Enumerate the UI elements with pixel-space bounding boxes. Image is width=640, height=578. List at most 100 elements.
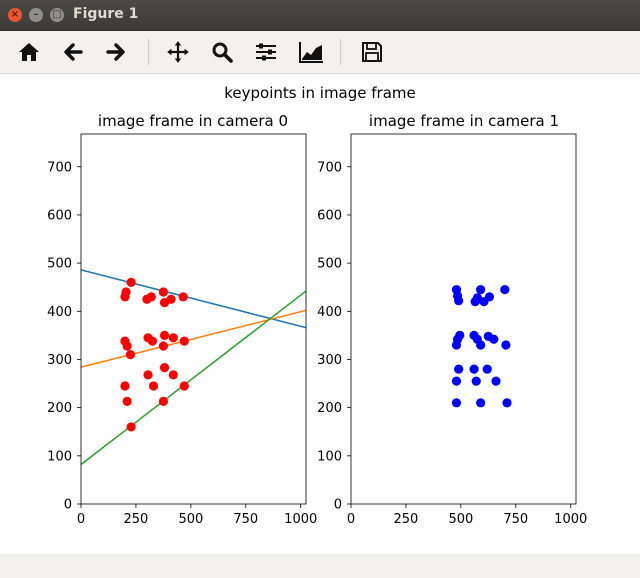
chart-1-ytick-label-4: 400 xyxy=(317,305,342,320)
maximize-window-button[interactable]: □ xyxy=(50,8,64,22)
figure-svg: keypoints in image frame image frame in … xyxy=(47,84,587,527)
window-titlebar: × – □ Figure 1 xyxy=(0,0,640,31)
chart-0-xtick-label-2: 500 xyxy=(178,512,203,527)
close-window-button[interactable]: × xyxy=(8,8,22,22)
chart-1-point-5 xyxy=(476,285,486,295)
chart-0-point-7 xyxy=(166,294,176,304)
save-icon xyxy=(362,42,382,62)
chart-0-ytick-label-6: 600 xyxy=(47,208,72,223)
chart-0-point-10 xyxy=(122,341,132,351)
chart-0-xtick-label-1: 250 xyxy=(124,512,149,527)
chart-0-point-8 xyxy=(178,292,188,302)
chart-1-ytick-label-2: 200 xyxy=(317,401,342,416)
pan-button[interactable] xyxy=(163,37,193,67)
chart-1-frame xyxy=(350,133,577,505)
chart-0-point-13 xyxy=(147,336,158,346)
chart-0-point-20 xyxy=(148,381,159,391)
chart-1-point-21 xyxy=(451,376,462,386)
chart-1-ytick-label-5: 500 xyxy=(317,257,342,272)
subplots-icon xyxy=(256,43,276,61)
chart-0-ytick-label-2: 200 xyxy=(47,401,72,416)
toolbar xyxy=(0,31,640,74)
chart-0-point-18 xyxy=(120,381,130,391)
minimize-window-button[interactable]: – xyxy=(29,8,43,22)
chart-0-point-22 xyxy=(168,370,178,380)
zoom-icon xyxy=(212,42,233,63)
chart-1-xtick-label-0: 0 xyxy=(347,512,355,527)
back-button[interactable] xyxy=(58,37,88,67)
chart-1-ytick-label-3: 300 xyxy=(317,353,342,368)
figure-suptitle: keypoints in image frame xyxy=(224,84,416,102)
chart-0-ytick-label-4: 400 xyxy=(47,305,72,320)
chart-1-xtick-label-2: 500 xyxy=(448,512,473,527)
chart-1-point-23 xyxy=(491,376,501,386)
chart-0-point-16 xyxy=(168,333,178,343)
chart-0-point-21 xyxy=(159,363,170,373)
chart-0-xtick-label-0: 0 xyxy=(77,512,85,527)
customize-icon xyxy=(299,42,323,63)
chart-0-ytick-label-5: 500 xyxy=(47,257,72,272)
chart-0-point-24 xyxy=(122,396,132,406)
chart-0-ytick-label-0: 0 xyxy=(64,498,72,513)
chart-0-point-0 xyxy=(126,277,136,287)
forward-icon xyxy=(106,43,125,61)
chart-0-point-5 xyxy=(158,287,168,297)
chart-1-point-16 xyxy=(489,334,499,344)
subplots-button[interactable] xyxy=(251,37,281,67)
chart-0-point-2 xyxy=(120,292,130,302)
chart-1-xtick-label-3: 750 xyxy=(503,512,528,527)
chart-0-line-2 xyxy=(81,290,306,466)
chart-1-point-22 xyxy=(471,376,481,386)
axes-camera-1: 0 250 500 750 1000 0 100 200 300 400 500 600 700 xyxy=(317,133,587,527)
back-icon xyxy=(64,43,83,61)
window-title: Figure 1 xyxy=(73,6,139,22)
chart-1-point-7 xyxy=(484,292,495,302)
figure-canvas[interactable]: keypoints in image frame image frame in … xyxy=(0,74,640,554)
chart-0-point-25 xyxy=(158,396,168,406)
customize-button[interactable] xyxy=(296,37,326,67)
chart-0-point-15 xyxy=(159,330,170,340)
pan-icon xyxy=(167,41,189,63)
chart-0-point-19 xyxy=(143,370,153,380)
chart-0-ytick-label-3: 300 xyxy=(47,353,72,368)
save-button[interactable] xyxy=(357,37,387,67)
chart-0-point-17 xyxy=(179,336,189,346)
chart-1-point-11 xyxy=(455,330,465,340)
chart-1-point-18 xyxy=(454,364,464,374)
chart-1-ytick-label-7: 700 xyxy=(317,160,342,175)
chart-0-point-14 xyxy=(158,341,168,351)
chart-1-point-8 xyxy=(500,285,510,295)
chart-1-xtick-label-4: 1000 xyxy=(554,512,587,527)
chart-1-point-24 xyxy=(451,398,462,408)
chart-1-ytick-label-1: 100 xyxy=(317,449,342,464)
toolbar-separator xyxy=(148,39,149,65)
home-button[interactable] xyxy=(14,37,44,67)
chart-0-point-23 xyxy=(179,381,189,391)
status-bar xyxy=(0,554,640,578)
chart-0-ytick-label-1: 100 xyxy=(47,449,72,464)
chart-1-point-25 xyxy=(476,398,486,408)
chart-1-xtick-label-1: 250 xyxy=(394,512,419,527)
chart-0-xtick-label-4: 1000 xyxy=(284,512,317,527)
forward-button[interactable] xyxy=(101,37,131,67)
chart-0-xtick-label-3: 750 xyxy=(233,512,258,527)
chart-0-line-1 xyxy=(81,309,306,368)
home-icon xyxy=(19,43,39,61)
axes-camera-0: 0 250 500 750 1000 0 100 200 300 400 500 600 700 xyxy=(47,133,317,527)
chart-1-point-19 xyxy=(469,364,479,374)
chart-1-point-2 xyxy=(454,296,464,306)
chart-1-point-14 xyxy=(476,340,486,350)
chart-1-title: image frame in camera 1 xyxy=(369,112,559,130)
chart-0-point-26 xyxy=(126,422,136,432)
chart-1-ytick-label-6: 600 xyxy=(317,208,342,223)
chart-1-point-20 xyxy=(482,364,492,374)
chart-1-point-26 xyxy=(502,398,512,408)
chart-1-ytick-label-0: 0 xyxy=(334,498,342,513)
chart-0-point-11 xyxy=(125,350,136,360)
chart-0-ytick-label-7: 700 xyxy=(47,160,72,175)
chart-1-point-17 xyxy=(501,340,511,350)
toolbar-separator xyxy=(340,39,341,65)
chart-0-title: image frame in camera 0 xyxy=(98,112,288,130)
zoom-button[interactable] xyxy=(207,37,237,67)
chart-0-point-4 xyxy=(146,292,156,302)
